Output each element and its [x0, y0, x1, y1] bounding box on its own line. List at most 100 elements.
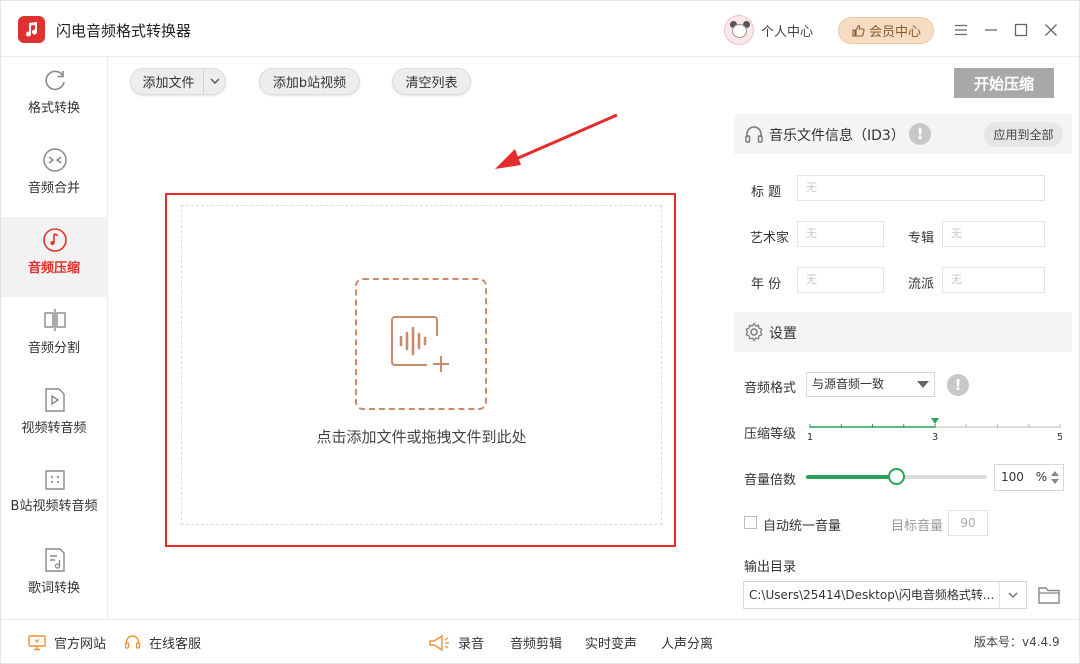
output-dir-label: 输出目录: [744, 560, 797, 575]
format-warning-icon[interactable]: !: [947, 374, 969, 396]
target-volume-label: 目标音量: [891, 519, 944, 534]
settings-title: 设置: [769, 326, 797, 342]
lyrics-icon: [45, 548, 65, 572]
output-dir-input[interactable]: C:\Users\25414\Desktop\闪电音频格式转...: [743, 581, 1027, 609]
sidebar-item-label: 音频合并: [27, 181, 80, 196]
user-center-label: 个人中心: [761, 24, 814, 40]
red-arrow-annotation: [495, 113, 618, 169]
compression-level-slider[interactable]: 1 3 5: [806, 415, 1062, 445]
volume-slider-handle[interactable]: [888, 468, 905, 485]
sidebar-item-label: 歌词转换: [27, 581, 80, 596]
app-window: 闪电音频格式转换器 个人中心 会员中心 格式转换 音频合并 音频压缩 音频分割 …: [0, 0, 1080, 664]
year-field[interactable]: 无: [797, 267, 884, 293]
year-label: 年 份: [751, 277, 782, 292]
menu-icon[interactable]: [951, 20, 971, 40]
music-info-header: 音乐文件信息（ID3） ! 应用到全部: [734, 114, 1072, 154]
video-to-audio-icon: [45, 388, 65, 412]
vocal-split-link[interactable]: 人声分离: [661, 633, 713, 652]
merge-icon: [43, 148, 67, 172]
stepper-arrows-icon[interactable]: [1050, 468, 1060, 487]
minimize-icon[interactable]: [981, 20, 1001, 40]
artist-field[interactable]: 无: [797, 221, 884, 247]
split-icon: [44, 309, 66, 331]
drop-hint-text: 点击添加文件或拖拽文件到此处: [316, 428, 527, 446]
maximize-icon[interactable]: [1011, 20, 1031, 40]
chevron-down-icon: [1008, 592, 1018, 598]
genre-field[interactable]: 无: [942, 267, 1045, 293]
app-title: 闪电音频格式转换器: [56, 22, 192, 40]
apply-to-all-button[interactable]: 应用到全部: [984, 122, 1063, 147]
record-link[interactable]: 录音: [428, 633, 484, 652]
official-website-link[interactable]: 官方网站: [28, 633, 106, 652]
genre-label: 流派: [908, 277, 935, 292]
album-field[interactable]: 无: [942, 221, 1045, 247]
artist-label: 艺术家: [750, 231, 790, 246]
sidebar: 格式转换 音频合并 音频压缩 音频分割 视频转音频 B站视频转音频 歌词转换: [1, 57, 108, 619]
folder-icon[interactable]: [1038, 585, 1060, 605]
add-file-button[interactable]: 添加文件: [130, 68, 226, 95]
sidebar-item-label: 视频转音频: [21, 421, 87, 436]
user-center-button[interactable]: 个人中心: [724, 15, 813, 45]
compression-tick-label: 1: [807, 432, 813, 443]
compression-level-label: 压缩等级: [744, 427, 797, 442]
start-compress-button[interactable]: 开始压缩: [954, 68, 1054, 98]
music-info-title: 音乐文件信息（ID3）: [769, 128, 905, 144]
title-field[interactable]: 无: [797, 175, 1045, 201]
album-label: 专辑: [908, 231, 935, 246]
compression-tick-label: 3: [932, 432, 938, 443]
voice-change-link[interactable]: 实时变声: [585, 633, 637, 652]
official-website-label: 官方网站: [54, 637, 107, 652]
compression-level-handle: [931, 418, 939, 424]
sidebar-item-label: B站视频转音频: [10, 499, 98, 514]
app-logo-icon: [18, 16, 45, 43]
volume-input[interactable]: 100 %: [994, 464, 1064, 491]
volume-slider-fill: [806, 475, 897, 479]
add-bilibili-video-button[interactable]: 添加b站视频: [259, 68, 360, 95]
sidebar-item-bilibili-to-audio[interactable]: B站视频转音频: [1, 457, 107, 537]
chevron-down-icon[interactable]: [210, 78, 220, 85]
target-volume-input[interactable]: 90: [948, 510, 988, 536]
volume-value: 100: [1001, 470, 1024, 484]
close-icon[interactable]: [1041, 20, 1061, 40]
monitor-icon: [28, 634, 46, 650]
online-support-label: 在线客服: [149, 637, 202, 652]
settings-header: 设置: [734, 312, 1072, 352]
sidebar-item-audio-merge[interactable]: 音频合并: [1, 137, 107, 217]
record-label: 录音: [458, 637, 485, 652]
compression-tick-label: 5: [1057, 432, 1062, 443]
sidebar-item-label: 音频压缩: [27, 261, 80, 276]
headset-icon: [124, 635, 141, 649]
add-file-label: 添加文件: [142, 76, 195, 91]
title-label: 标 题: [751, 185, 782, 200]
online-support-link[interactable]: 在线客服: [124, 633, 201, 652]
music-note-icon: [43, 228, 67, 252]
footer-bar: 官方网站 在线客服 录音 音频剪辑 实时变声 人声分离 版本号：v4.4.9: [1, 619, 1079, 663]
sidebar-item-audio-compress[interactable]: 音频压缩: [1, 217, 107, 297]
audio-edit-link[interactable]: 音频剪辑: [510, 633, 562, 652]
vip-center-label: 会员中心: [868, 25, 921, 40]
add-audio-icon: [391, 316, 449, 372]
refresh-icon: [45, 70, 65, 91]
info-warning-icon[interactable]: !: [909, 123, 931, 145]
sidebar-item-audio-split[interactable]: 音频分割: [1, 297, 107, 377]
sidebar-item-lyrics-convert[interactable]: 歌词转换: [1, 537, 107, 617]
vip-center-button[interactable]: 会员中心: [838, 17, 934, 44]
avatar: [724, 15, 754, 45]
chevron-down-icon: [917, 381, 929, 388]
version-text: 版本号：v4.4.9: [974, 635, 1060, 649]
auto-volume-label: 自动统一音量: [763, 519, 842, 534]
headphones-icon: [745, 126, 763, 143]
sidebar-item-label: 格式转换: [27, 101, 80, 116]
thumbs-up-icon: [852, 24, 865, 37]
volume-unit: %: [1035, 470, 1048, 484]
add-file-drop-button[interactable]: [355, 278, 487, 410]
bilibili-icon: [45, 470, 65, 490]
sidebar-item-video-to-audio[interactable]: 视频转音频: [1, 377, 107, 457]
output-dir-dropdown[interactable]: [999, 582, 1026, 608]
gear-icon: [745, 322, 763, 342]
clear-list-button[interactable]: 清空列表: [392, 68, 471, 95]
audio-format-select[interactable]: 与源音频一致: [806, 372, 935, 397]
auto-volume-checkbox[interactable]: [744, 516, 757, 529]
audio-format-label: 音频格式: [744, 381, 797, 396]
sidebar-item-format-convert[interactable]: 格式转换: [1, 57, 107, 137]
